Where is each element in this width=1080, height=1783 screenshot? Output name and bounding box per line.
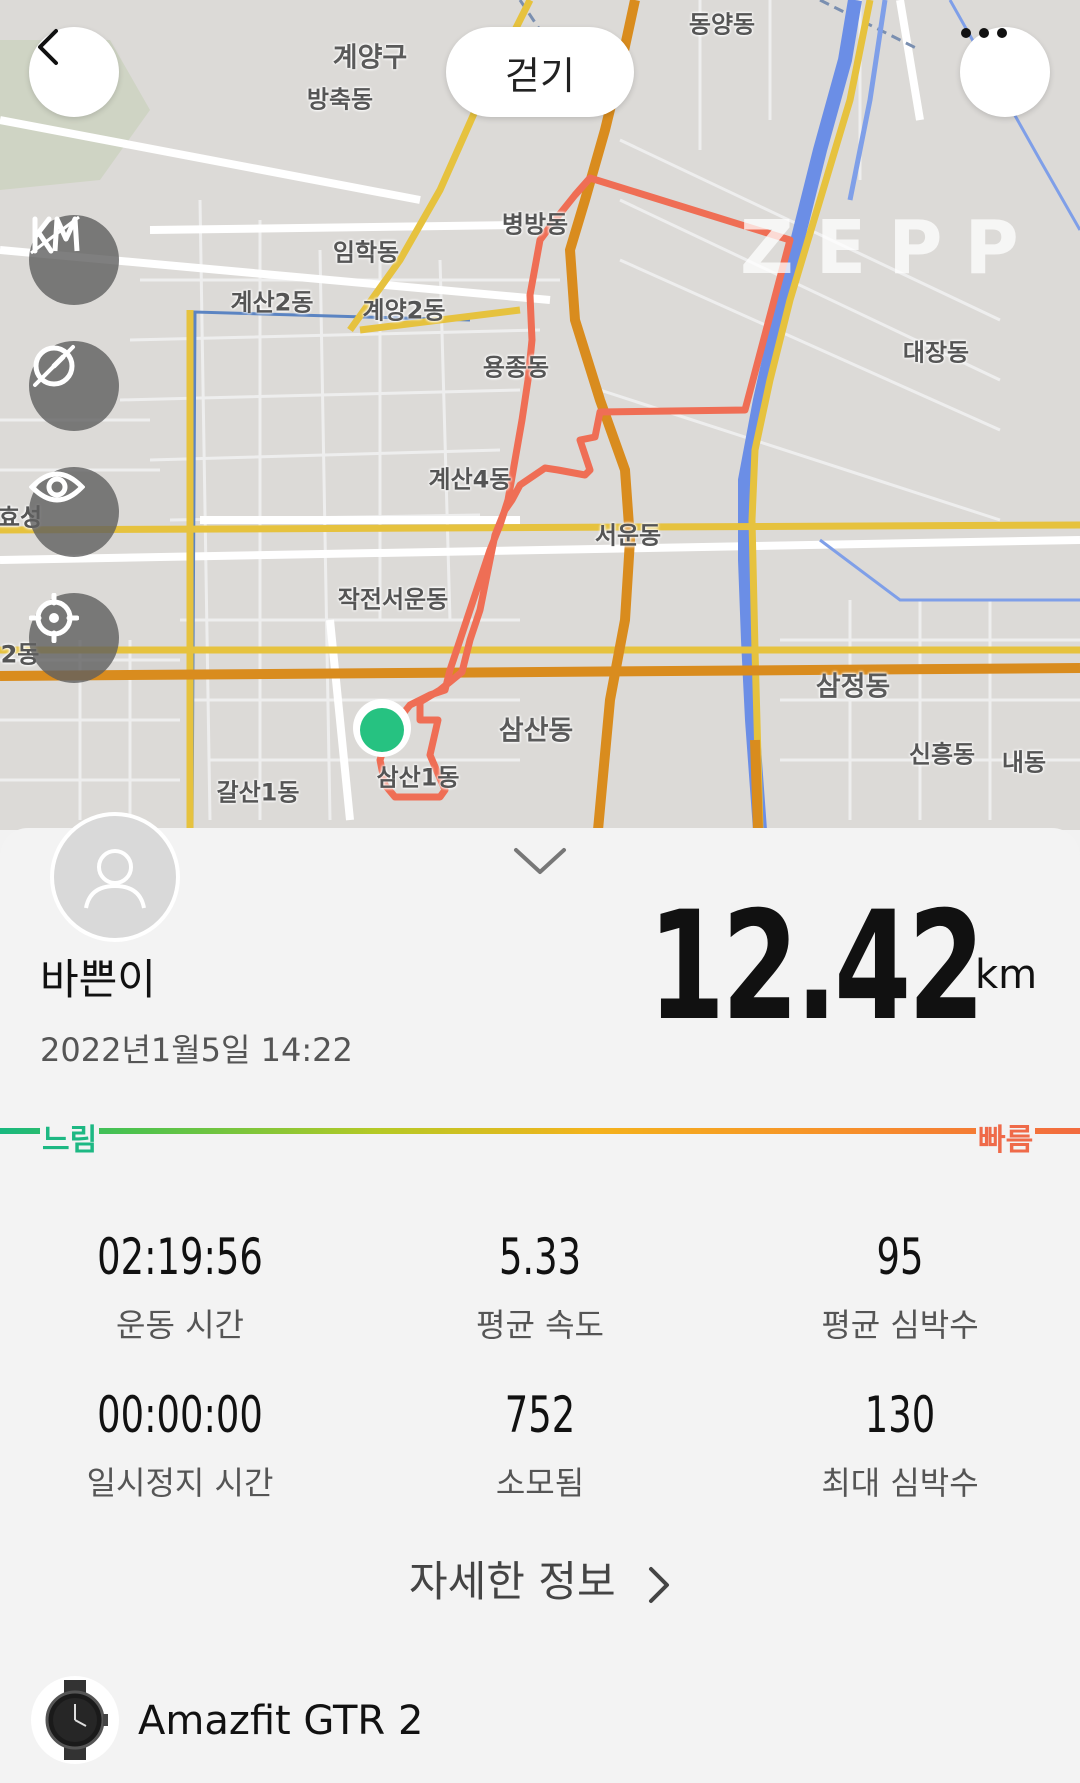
map-label: 삼산1동 — [376, 763, 460, 792]
map-label: 대장동 — [902, 338, 970, 367]
km-icon — [30, 215, 80, 255]
stat-paused-time: 00:00:00 일시정지 시간 — [30, 1386, 330, 1504]
map-label: 계양2동 — [362, 296, 446, 325]
stat-value: 130 — [864, 1386, 936, 1444]
workout-mode-pill[interactable]: 걷기 — [446, 27, 634, 117]
stat-value: 02:19:56 — [97, 1228, 263, 1286]
map-label: 삼정동 — [815, 671, 891, 703]
stat-avg-heart-rate: 95 평균 심박수 — [750, 1228, 1050, 1346]
chevron-left-icon — [38, 29, 58, 65]
crosshair-icon — [29, 593, 79, 643]
pace-slow-label: 느림 — [40, 1115, 100, 1159]
stat-value: 752 — [504, 1386, 576, 1444]
stat-label: 최대 심박수 — [821, 1464, 979, 1502]
map-label: 신흥동 — [908, 740, 976, 769]
map-label: 내동 — [1001, 748, 1047, 777]
detail-info-link[interactable]: 자세한 정보 — [0, 1548, 1080, 1609]
stat-label: 운동 시간 — [116, 1306, 244, 1344]
watch-icon — [31, 1676, 119, 1764]
stat-max-heart-rate: 130 최대 심박수 — [750, 1386, 1050, 1504]
username: 바쁜이 — [40, 955, 156, 1004]
avatar[interactable] — [50, 812, 180, 942]
map-label: 계산2동 — [230, 288, 314, 317]
device-name: Amazfit GTR 2 — [138, 1698, 424, 1744]
distance-unit: km — [975, 952, 1038, 998]
distance-value: 12.42 — [648, 880, 985, 1054]
map-label: 용종동 — [482, 353, 550, 382]
stat-label: 평균 심박수 — [821, 1306, 979, 1344]
locate-button[interactable] — [29, 593, 119, 683]
stat-calories: 752 소모됨 — [390, 1386, 690, 1504]
stat-value: 00:00:00 — [97, 1386, 263, 1444]
map-label: 계양구 — [332, 42, 408, 74]
stat-label: 평균 속도 — [476, 1306, 604, 1344]
pace-gradient-bar — [0, 1128, 1080, 1134]
stat-value: 5.33 — [498, 1228, 582, 1286]
user-icon — [84, 849, 146, 909]
route-map[interactable]: 계양구 방축동 동양동 병방동 임학동 계산2동 계양2동 용종동 대장동 계산… — [0, 0, 1080, 830]
detail-info-label: 자세한 정보 — [409, 1557, 616, 1606]
map-canvas — [0, 0, 1080, 830]
eye-icon — [29, 471, 85, 503]
speed-off-icon — [33, 345, 75, 387]
map-label: 방축동 — [306, 85, 374, 114]
map-label: 갈산1동 — [216, 778, 300, 807]
zepp-watermark: ZEPP — [740, 205, 1041, 291]
workout-datetime: 2022년1월5일 14:22 — [40, 1031, 353, 1069]
map-label: 계산4동 — [428, 465, 512, 494]
stat-label: 일시정지 시간 — [86, 1464, 274, 1502]
stat-workout-time: 02:19:56 운동 시간 — [30, 1228, 330, 1346]
more-dots-icon — [961, 28, 1007, 38]
map-label: 서운동 — [594, 521, 662, 550]
view-toggle[interactable] — [29, 467, 119, 557]
back-button[interactable] — [29, 27, 119, 117]
map-label: 삼산동 — [498, 715, 574, 747]
map-label: 임학동 — [332, 238, 400, 267]
chevron-right-icon — [648, 1566, 669, 1603]
device-row[interactable]: Amazfit GTR 2 — [0, 1660, 1080, 1783]
km-markers-toggle[interactable] — [29, 215, 119, 305]
map-label: 동양동 — [688, 10, 756, 39]
stat-avg-speed: 5.33 평균 속도 — [390, 1228, 690, 1346]
chevron-down-icon[interactable] — [512, 846, 568, 876]
map-label: 작전서운동 — [337, 585, 449, 614]
more-button[interactable] — [960, 27, 1050, 117]
stat-label: 소모됨 — [495, 1464, 585, 1502]
stat-value: 95 — [876, 1228, 924, 1286]
pace-color-toggle[interactable] — [29, 341, 119, 431]
pace-fast-label: 빠름 — [976, 1115, 1036, 1159]
map-label: 병방동 — [501, 210, 569, 239]
